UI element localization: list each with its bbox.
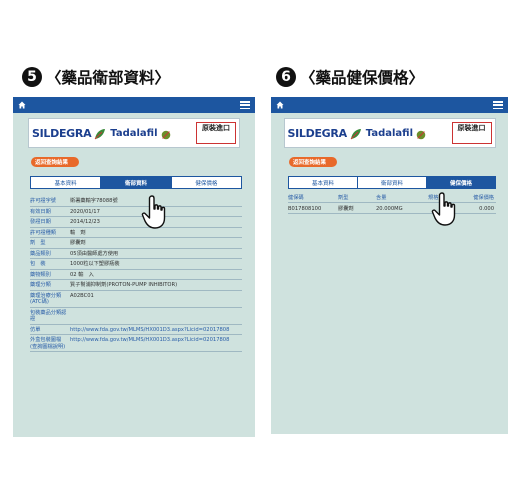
tab-insurance-price[interactable]: 健保價格 <box>427 177 495 188</box>
step-title: 〈藥品衛部資料〉 <box>46 69 171 87</box>
field-label: 包 裝 <box>30 261 46 267</box>
tab-insurance-price[interactable]: 健保價格 <box>171 177 241 188</box>
list-item: 藥品類別 05須由醫師處方使用 <box>30 249 242 259</box>
import-label: 原裝進口 <box>202 124 230 132</box>
product-banner: SILDEGRA Tadalafil 原裝進口 <box>28 118 240 148</box>
product-name: Tadalafil <box>110 127 158 139</box>
step-number-badge: 6 <box>276 67 296 87</box>
back-to-results-button[interactable]: 返回查詢結果 <box>31 157 79 167</box>
license-detail-list: 許可證字號 衛署藥輸字78088號 有效日期 2020/01/17 發證日期 2014… <box>30 196 242 352</box>
step-title: 〈藥品健保價格〉 <box>300 69 425 87</box>
column-header: 健保碼 <box>288 195 304 201</box>
field-value <box>68 308 242 324</box>
pointing-hand-icon <box>141 194 171 230</box>
field-label: 外盒包裝圖檔(查詢圖檔說明) <box>30 337 66 350</box>
home-icon[interactable] <box>276 101 284 109</box>
list-item: 藥理治療分類(ATC碼) A02BC01 <box>30 291 242 308</box>
field-label: 許可證種類 <box>30 229 56 236</box>
step-5-heading: 5 〈藥品衛部資料〉 <box>22 66 170 88</box>
table-row: B017808100 膠囊劑 20.000MG 0.000 <box>288 204 496 214</box>
column-header: 含量 <box>376 195 387 201</box>
list-item: 許可證字號 衛署藥輸字78088號 <box>30 196 242 207</box>
field-value: 02 輸 入 <box>70 271 94 278</box>
column-header: 劑型 <box>338 195 349 201</box>
tab-bar: 基本資料 衛部資料 健保價格 <box>30 176 242 189</box>
table-cell: 膠囊劑 <box>338 206 354 212</box>
list-item: 外盒包裝圖檔(查詢圖檔說明) http://www.fda.gov.tw/MLMS… <box>30 335 242 352</box>
field-label: 包裝藥品分類認證 <box>30 309 67 323</box>
field-value: 質子幫浦抑制劑(PROTON-PUMP INHIBITOR) <box>70 282 178 288</box>
tab-basic-info[interactable]: 基本資料 <box>31 177 102 188</box>
table-cell: 20.000MG <box>376 205 403 212</box>
leaf-logo-icon <box>93 126 107 140</box>
back-to-results-button[interactable]: 返回查詢結果 <box>289 157 337 167</box>
list-item: 發證日期 2014/12/23 <box>30 217 242 228</box>
field-label: 許可證字號 <box>30 198 56 204</box>
price-table-header: 健保碼 劑型 含量 規格量 健保價格 <box>288 193 496 203</box>
field-label: 劑 型 <box>30 240 46 246</box>
package-insert-link[interactable]: http://www.fda.gov.tw/MLMS/HX001D3.aspx?… <box>68 325 242 335</box>
list-item: 有效日期 2020/01/17 <box>30 207 242 217</box>
list-item: 藥理分類 質子幫浦抑制劑(PROTON-PUMP INHIBITOR) <box>30 280 242 291</box>
import-badge: 原裝進口 <box>451 122 492 144</box>
list-item: 劑 型 膠囊劑 <box>30 238 242 249</box>
step-number-badge: 5 <box>22 67 42 87</box>
drug-license-screen: SILDEGRA Tadalafil 原裝進口 返回查詢結果 基本資料 衛部資料… <box>13 97 255 437</box>
pointing-hand-icon <box>431 191 461 227</box>
hamburger-menu-icon[interactable] <box>493 101 503 109</box>
field-label: 發證日期 <box>30 219 51 225</box>
field-label: 藥物類別 <box>30 271 51 278</box>
leaf-logo-icon <box>349 126 363 140</box>
package-image-link[interactable]: http://www.fda.gov.tw/MLMS/HX001D3.aspx?… <box>68 335 242 351</box>
hamburger-menu-icon[interactable] <box>240 101 250 109</box>
field-label: 仿單 <box>30 326 41 333</box>
field-value: 1000粒以下塑膠瓶裝 <box>70 261 120 267</box>
field-label: 有效日期 <box>30 208 51 215</box>
tab-bar: 基本資料 衛部資料 健保價格 <box>288 176 496 189</box>
list-item: 藥物類別 02 輸 入 <box>30 270 242 280</box>
insurance-price-screen: SILDEGRA Tadalafil 原裝進口 返回查詢結果 基本資料 衛部資料… <box>271 97 508 434</box>
field-label: 藥品類別 <box>30 250 51 257</box>
tab-basic-info[interactable]: 基本資料 <box>289 177 358 188</box>
field-value: A02BC01 <box>70 292 94 299</box>
import-badge: 原裝進口 <box>196 122 236 144</box>
leaf-logo-icon <box>415 126 429 140</box>
list-item: 包 裝 1000粒以下塑膠瓶裝 <box>30 259 242 270</box>
field-value: 05須由醫師處方使用 <box>70 250 119 257</box>
product-name: Tadalafil <box>365 127 413 139</box>
home-icon[interactable] <box>18 101 26 109</box>
top-bar <box>13 97 255 113</box>
import-label: 原裝進口 <box>457 124 486 132</box>
step-6-heading: 6 〈藥品健保價格〉 <box>276 66 424 88</box>
product-banner: SILDEGRA Tadalafil 原裝進口 <box>283 118 496 148</box>
table-cell: B017808100 <box>288 205 322 212</box>
field-label: 藥理治療分類(ATC碼) <box>30 292 62 306</box>
tab-license-info[interactable]: 衛部資料 <box>101 177 172 188</box>
top-bar <box>271 97 508 113</box>
field-label: 藥理分類 <box>30 282 51 288</box>
leaf-logo-icon <box>160 126 174 140</box>
tab-license-info[interactable]: 衛部資料 <box>358 177 427 188</box>
list-item: 包裝藥品分類認證 <box>30 308 242 325</box>
list-item: 仿單 http://www.fda.gov.tw/MLMS/HX001D3.asp… <box>30 325 242 335</box>
brand-name: SILDEGRA <box>32 126 92 140</box>
brand-name: SILDEGRA <box>287 126 348 140</box>
list-item: 許可證種類輸 劑 <box>30 228 242 238</box>
field-value: 膠囊劑 <box>70 240 86 246</box>
